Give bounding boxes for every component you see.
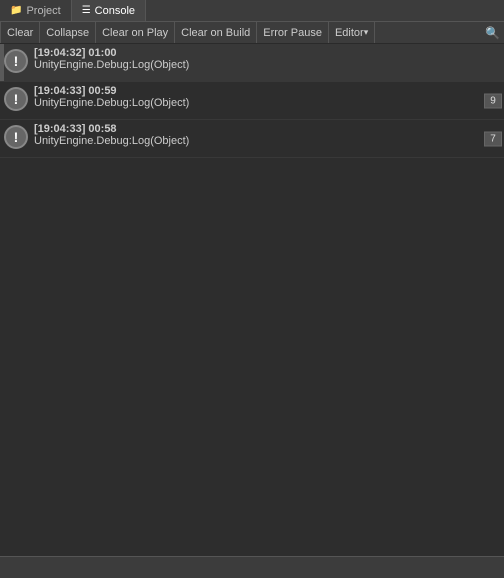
log-message-1: UnityEngine.Debug:Log(Object) [34, 59, 500, 71]
log-text-2: [19:04:33] 00:59 UnityEngine.Debug:Log(O… [34, 85, 500, 109]
error-icon-1: ! [4, 49, 28, 73]
console-icon: ☰ [82, 5, 91, 16]
side-indicator-1 [0, 44, 4, 81]
log-message-3: UnityEngine.Debug:Log(Object) [34, 135, 500, 147]
project-icon: 📁 [10, 5, 22, 16]
error-pause-button[interactable]: Error Pause [257, 22, 329, 43]
clear-on-build-button[interactable]: Clear on Build [175, 22, 257, 43]
toolbar: Clear Collapse Clear on Play Clear on Bu… [0, 22, 504, 44]
editor-dropdown-button[interactable]: Editor [329, 22, 375, 43]
tab-project-label: Project [26, 5, 60, 17]
log-entry-1[interactable]: ! [19:04:32] 01:00 UnityEngine.Debug:Log… [0, 44, 504, 82]
log-count-3: 7 [484, 131, 502, 146]
main-container: 📁 Project ☰ Console Clear Collapse Clear… [0, 0, 504, 578]
log-timestamp-2: [19:04:33] 00:59 [34, 85, 500, 97]
error-icon-3: ! [4, 125, 28, 149]
search-area[interactable]: 🔍 [481, 22, 504, 43]
log-timestamp-1: [19:04:32] 01:00 [34, 47, 500, 59]
tab-project[interactable]: 📁 Project [0, 0, 72, 21]
log-message-2: UnityEngine.Debug:Log(Object) [34, 97, 500, 109]
bottom-bar [0, 556, 504, 578]
clear-on-play-button[interactable]: Clear on Play [96, 22, 175, 43]
log-entry-2[interactable]: ! [19:04:33] 00:59 UnityEngine.Debug:Log… [0, 82, 504, 120]
error-icon-2: ! [4, 87, 28, 111]
log-text-3: [19:04:33] 00:58 UnityEngine.Debug:Log(O… [34, 123, 500, 147]
log-count-2: 9 [484, 93, 502, 108]
console-content: ! [19:04:32] 01:00 UnityEngine.Debug:Log… [0, 44, 504, 556]
tab-console[interactable]: ☰ Console [72, 0, 146, 21]
tab-bar: 📁 Project ☰ Console [0, 0, 504, 22]
log-text-1: [19:04:32] 01:00 UnityEngine.Debug:Log(O… [34, 47, 500, 71]
clear-button[interactable]: Clear [0, 22, 40, 43]
tab-console-label: Console [95, 5, 135, 17]
log-timestamp-3: [19:04:33] 00:58 [34, 123, 500, 135]
search-icon: 🔍 [485, 26, 500, 40]
collapse-button[interactable]: Collapse [40, 22, 96, 43]
log-entry-3[interactable]: ! [19:04:33] 00:58 UnityEngine.Debug:Log… [0, 120, 504, 158]
